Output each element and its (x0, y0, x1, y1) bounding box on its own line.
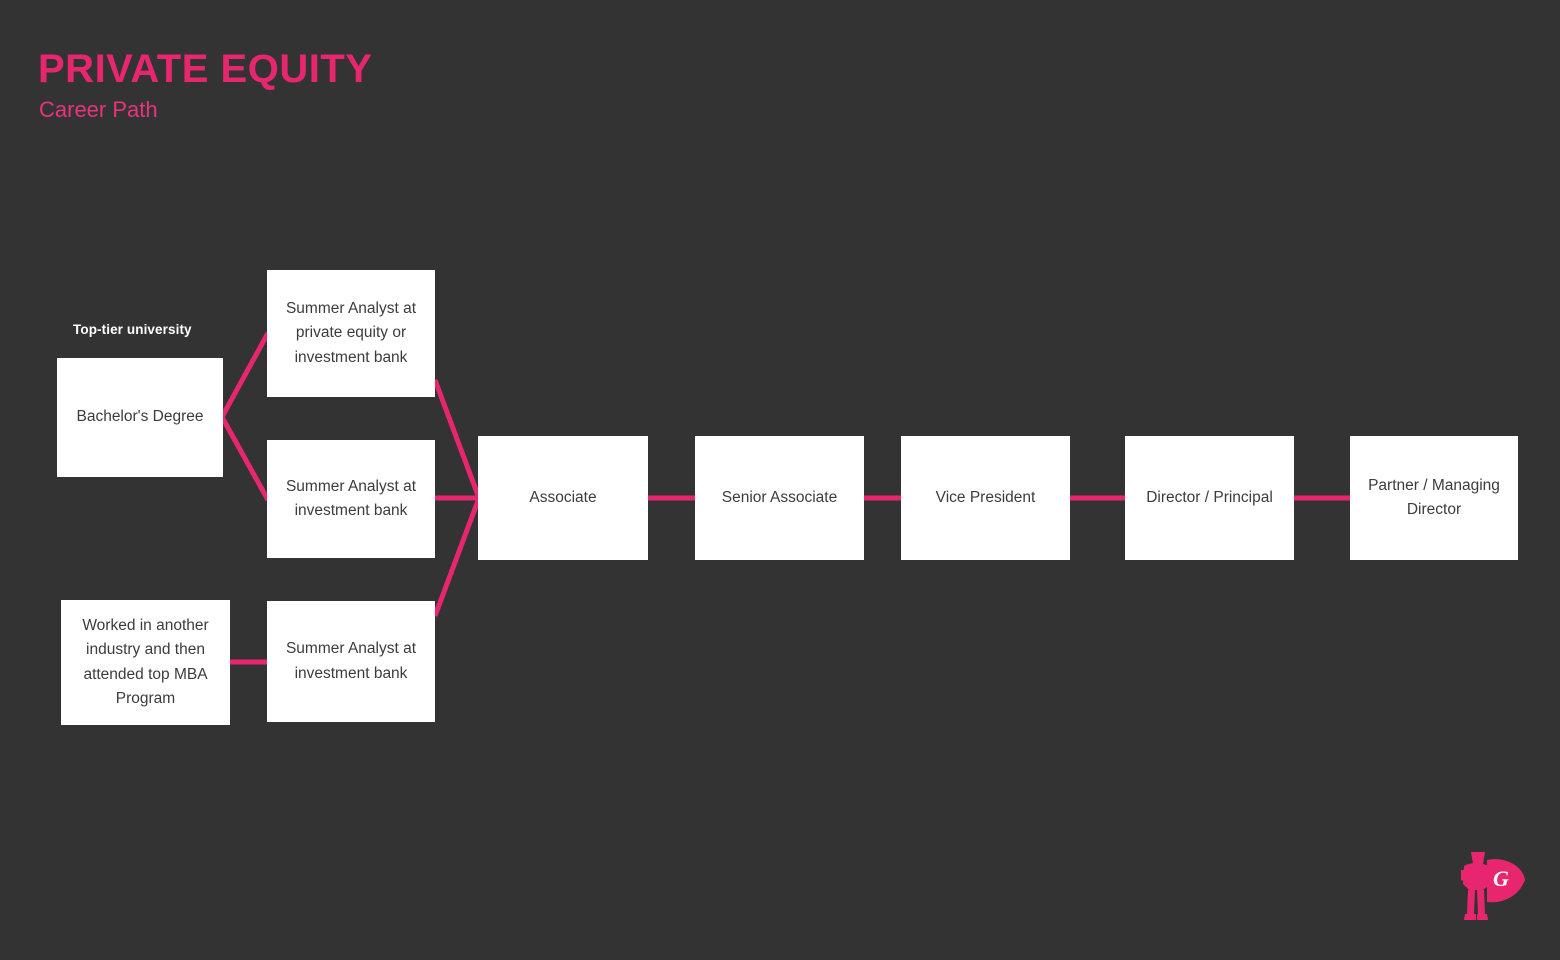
node-label: Summer Analyst at investment bank (285, 477, 417, 519)
node-label: Associate (529, 488, 597, 506)
node-summer-analyst-pe-or-ib[interactable]: Summer Analyst at private equity or inve… (267, 270, 435, 397)
node-label: Vice President (935, 488, 1036, 506)
edge-summer-ib-lower-to-associate (432, 497, 482, 617)
edge-bachelors-to-summer-ib (219, 415, 271, 502)
node-label: Bachelor's Degree (76, 408, 204, 426)
node-vice-president[interactable]: Vice President (901, 436, 1070, 560)
node-bachelors-degree[interactable]: Bachelor's Degree (57, 358, 223, 477)
node-senior-associate[interactable]: Senior Associate (695, 436, 864, 560)
node-mba-path[interactable]: Worked in another industry and then atte… (61, 600, 230, 725)
node-label: Senior Associate (721, 488, 838, 506)
edge-bachelors-to-summer-pe (219, 331, 271, 419)
annotation-top-tier-university: Top-tier university (73, 322, 192, 337)
node-label: Worked in another industry and then atte… (82, 617, 209, 707)
edge-summer-pe-to-associate (432, 379, 482, 499)
node-partner-managing-director[interactable]: Partner / Managing Director (1350, 436, 1518, 560)
page-title: PRIVATE EQUITY (38, 47, 373, 91)
node-label: Summer Analyst at investment bank (285, 640, 417, 682)
node-director-principal[interactable]: Director / Principal (1125, 436, 1294, 560)
node-associate[interactable]: Associate (478, 436, 648, 560)
superhero-logo-icon: G (1461, 852, 1525, 920)
node-summer-analyst-ib-lower[interactable]: Summer Analyst at investment bank (267, 601, 435, 722)
diagram-canvas: PRIVATE EQUITY Career Path Top-tier univ… (0, 0, 1560, 960)
header: PRIVATE EQUITY Career Path (38, 48, 372, 122)
node-label: Summer Analyst at private equity or inve… (285, 300, 417, 366)
node-summer-analyst-ib-upper[interactable]: Summer Analyst at investment bank (267, 440, 435, 558)
page-subtitle: Career Path (39, 97, 158, 122)
node-label: Partner / Managing Director (1368, 476, 1500, 518)
node-label: Director / Principal (1146, 488, 1273, 506)
logo-letter: G (1493, 866, 1509, 891)
